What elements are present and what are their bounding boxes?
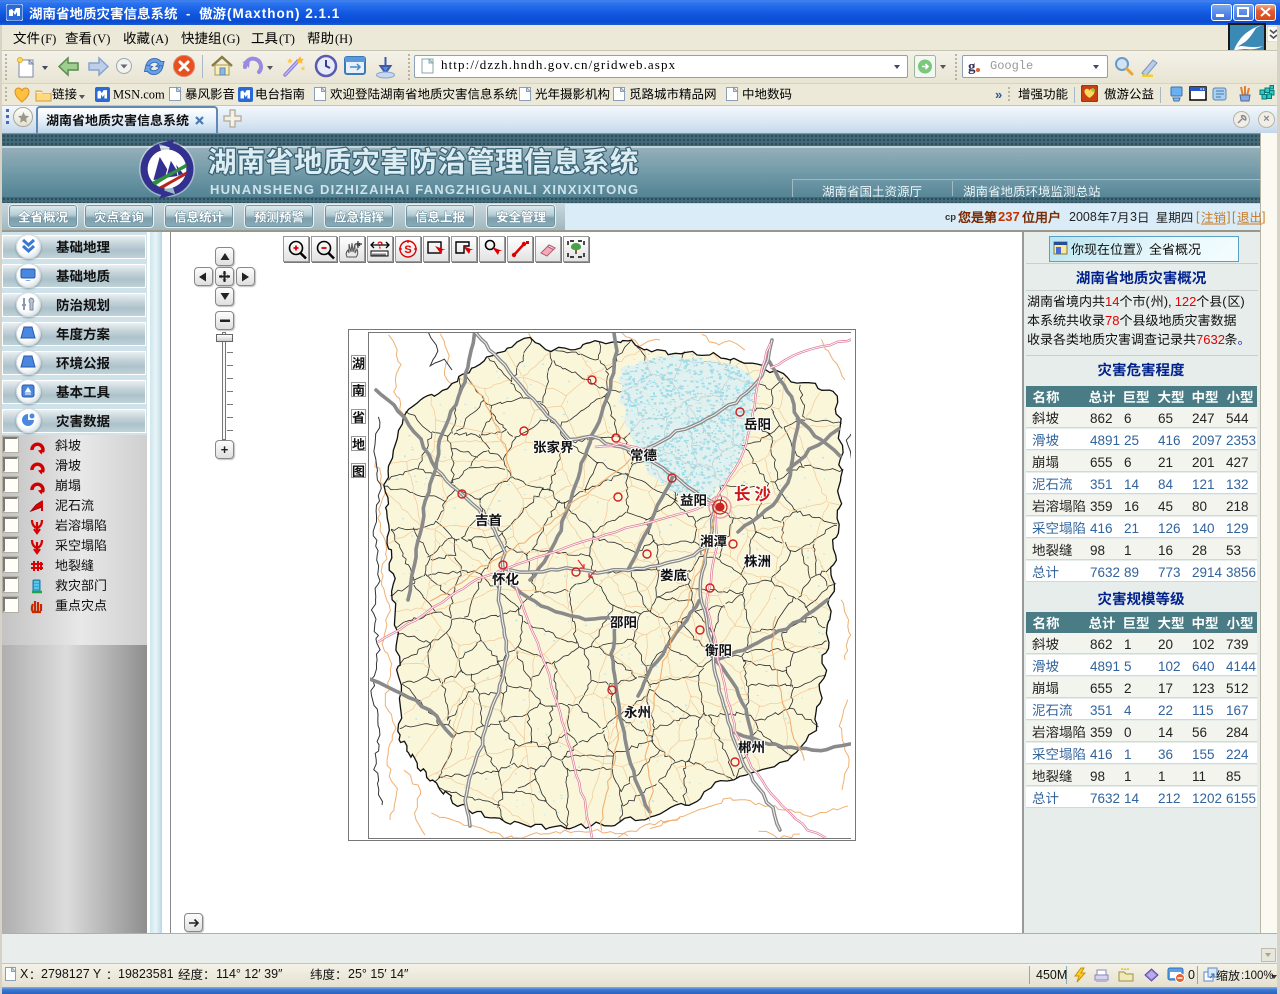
svg-text:S: S <box>404 244 411 256</box>
svg-text:?: ? <box>377 241 383 252</box>
